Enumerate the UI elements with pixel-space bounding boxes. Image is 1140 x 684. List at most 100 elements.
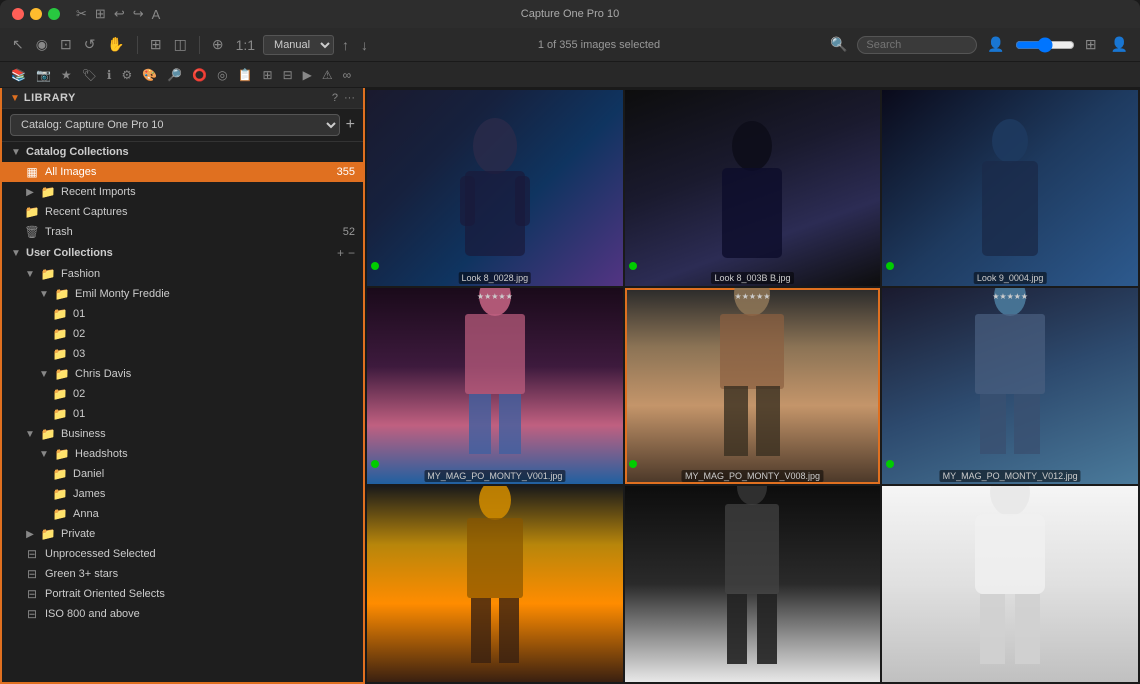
green-stars-smart-icon: ⊟ <box>24 567 40 581</box>
photo-cell-6[interactable]: ★★★★★ MY_MAG_PO_MONTY_V012.jpg <box>882 288 1138 484</box>
batch-icon[interactable]: ⊞ <box>260 67 276 83</box>
minimize-button[interactable] <box>30 8 42 20</box>
trash-item[interactable]: 🗑 Trash 52 <box>2 222 363 242</box>
photo-cell-3[interactable]: Look 9_0004.jpg <box>882 90 1138 286</box>
unprocessed-selected-item[interactable]: ⊟ Unprocessed Selected <box>2 544 363 564</box>
zoom-slider[interactable] <box>1015 37 1075 53</box>
crop-tool[interactable]: ⊡ <box>56 34 76 55</box>
recent-imports-folder-icon: 📁 <box>40 185 56 199</box>
chris-davis-item[interactable]: ▼ 📁 Chris Davis <box>2 364 363 384</box>
process-icon[interactable]: ▶ <box>300 67 315 83</box>
recent-captures-item[interactable]: 📁 Recent Captures <box>2 202 363 222</box>
library-help-icon[interactable]: ? <box>332 92 338 104</box>
warn-icon[interactable]: ⚠ <box>319 67 336 83</box>
photo-4-badge <box>371 460 379 468</box>
james-item[interactable]: 📁 James <box>2 484 363 504</box>
tool-icon-1[interactable]: ✂ <box>76 6 87 22</box>
photo-cell-2[interactable]: Look 8_003B B.jpg <box>625 90 881 286</box>
fashion-group-icon: 📁 <box>40 267 56 281</box>
business-group-icon: 📁 <box>40 427 56 441</box>
window-controls[interactable] <box>12 8 60 20</box>
emil-01-item[interactable]: 📁 01 <box>2 304 363 324</box>
cursor-tool[interactable]: ↖ <box>8 34 28 55</box>
emil-monty-item[interactable]: ▼ 📁 Emil Monty Freddie <box>2 284 363 304</box>
zoom-1to1[interactable]: 1:1 <box>232 35 259 55</box>
collapse-library-icon[interactable]: ▼ <box>10 93 20 104</box>
catalog-select[interactable]: Catalog: Capture One Pro 10 <box>10 114 340 136</box>
compare-icon[interactable]: ◫ <box>170 34 191 55</box>
green-stars-item[interactable]: ⊟ Green 3+ stars <box>2 564 363 584</box>
remove-collection-button[interactable]: − <box>348 246 355 260</box>
detail-icon[interactable]: 🔎 <box>164 67 185 83</box>
close-button[interactable] <box>12 8 24 20</box>
photo-1-badge <box>371 262 379 270</box>
search-input[interactable] <box>857 36 977 54</box>
user-collections-label: User Collections <box>26 247 337 259</box>
fashion-group-item[interactable]: ▼ 📁 Fashion <box>2 264 363 284</box>
adj-icon[interactable]: ⚙ <box>118 67 135 83</box>
meta-icon[interactable]: 📋 <box>235 67 256 83</box>
library-menu-icon[interactable]: ··· <box>344 92 355 104</box>
lib-icon[interactable]: 📚 <box>8 67 29 83</box>
add-catalog-button[interactable]: + <box>346 117 355 133</box>
local-icon[interactable]: ◎ <box>214 67 230 83</box>
app-title: Capture One Pro 10 <box>521 8 619 20</box>
user-collections-header[interactable]: ▼ User Collections + − <box>2 242 363 264</box>
tool-icon-4[interactable]: ↪ <box>133 6 144 22</box>
info-icon[interactable]: ℹ <box>104 67 115 83</box>
ext-icon[interactable]: ∞ <box>340 67 355 83</box>
star-icon[interactable]: ★ <box>58 67 75 83</box>
chris-01-item[interactable]: 📁 01 <box>2 404 363 424</box>
photo-cell-8[interactable] <box>625 486 881 682</box>
chris-01-icon: 📁 <box>52 407 68 421</box>
tag-icon[interactable]: 🏷 <box>79 67 100 83</box>
chris-02-item[interactable]: 📁 02 <box>2 384 363 404</box>
private-item[interactable]: ▶ 📁 Private <box>2 524 363 544</box>
recent-imports-item[interactable]: ▶ 📁 Recent Imports <box>2 182 363 202</box>
zoom-fit[interactable]: ⊕ <box>208 34 228 55</box>
photo-cell-1[interactable]: Look 8_0028.jpg <box>367 90 623 286</box>
tool-icon-5[interactable]: A <box>152 7 161 22</box>
add-collection-button[interactable]: + <box>337 246 344 260</box>
photo-cell-9[interactable] <box>882 486 1138 682</box>
cam-icon[interactable]: 📷 <box>33 67 54 83</box>
profile-icon[interactable]: 👤 <box>1107 34 1132 55</box>
photo-cell-4[interactable]: ★★★★★ MY_MAG_PO_MONTY_V001.jpg <box>367 288 623 484</box>
anna-item[interactable]: 📁 Anna <box>2 504 363 524</box>
search-icon: 🔍 <box>826 34 851 55</box>
view-mode-select[interactable]: Manual <box>263 35 334 55</box>
color-icon[interactable]: 🎨 <box>139 67 160 83</box>
rotate-tool[interactable]: ↺ <box>80 34 100 55</box>
grid-icon[interactable]: ⊟ <box>280 67 296 83</box>
headshots-item[interactable]: ▼ 📁 Headshots <box>2 444 363 464</box>
daniel-item[interactable]: 📁 Daniel <box>2 464 363 484</box>
business-group-item[interactable]: ▼ 📁 Business <box>2 424 363 444</box>
private-chevron: ▶ <box>24 528 36 540</box>
photo-2-badge <box>629 262 637 270</box>
user-collections-actions: + − <box>337 246 355 260</box>
library-panel: ▼ LIBRARY ? ··· Catalog: Capture One Pro… <box>0 88 365 684</box>
tool-icon-3[interactable]: ↩ <box>114 6 125 22</box>
emil-03-item[interactable]: 📁 03 <box>2 344 363 364</box>
photo-cell-7[interactable] <box>367 486 623 682</box>
emil-03-icon: 📁 <box>52 347 68 361</box>
portrait-selects-item[interactable]: ⊟ Portrait Oriented Selects <box>2 584 363 604</box>
photo-3-badge <box>886 262 894 270</box>
all-images-item[interactable]: ▦ All Images 355 <box>2 162 363 182</box>
sort-asc[interactable]: ↑ <box>338 35 353 55</box>
pan-tool[interactable]: ✋ <box>103 34 128 55</box>
user-icon[interactable]: 👤 <box>983 34 1008 55</box>
maximize-button[interactable] <box>48 8 60 20</box>
lens-icon[interactable]: ⭕ <box>189 67 210 83</box>
trash-icon: 🗑 <box>24 225 40 239</box>
catalog-collections-header[interactable]: ▼ Catalog Collections <box>2 142 363 162</box>
sort-desc[interactable]: ↓ <box>357 35 372 55</box>
spot-tool[interactable]: ◉ <box>32 34 52 55</box>
emil-02-item[interactable]: 📁 02 <box>2 324 363 344</box>
photo-cell-5[interactable]: ★★★★★ MY_MAG_PO_MONTY_V008.jpg <box>625 288 881 484</box>
iso-800-item[interactable]: ⊟ ISO 800 and above <box>2 604 363 624</box>
toolbar-right: 🔍 👤 ⊞ 👤 <box>826 34 1132 55</box>
view-icon[interactable]: ⊞ <box>146 34 166 55</box>
grid-size-icon[interactable]: ⊞ <box>1081 34 1101 55</box>
tool-icon-2[interactable]: ⊞ <box>95 6 106 22</box>
